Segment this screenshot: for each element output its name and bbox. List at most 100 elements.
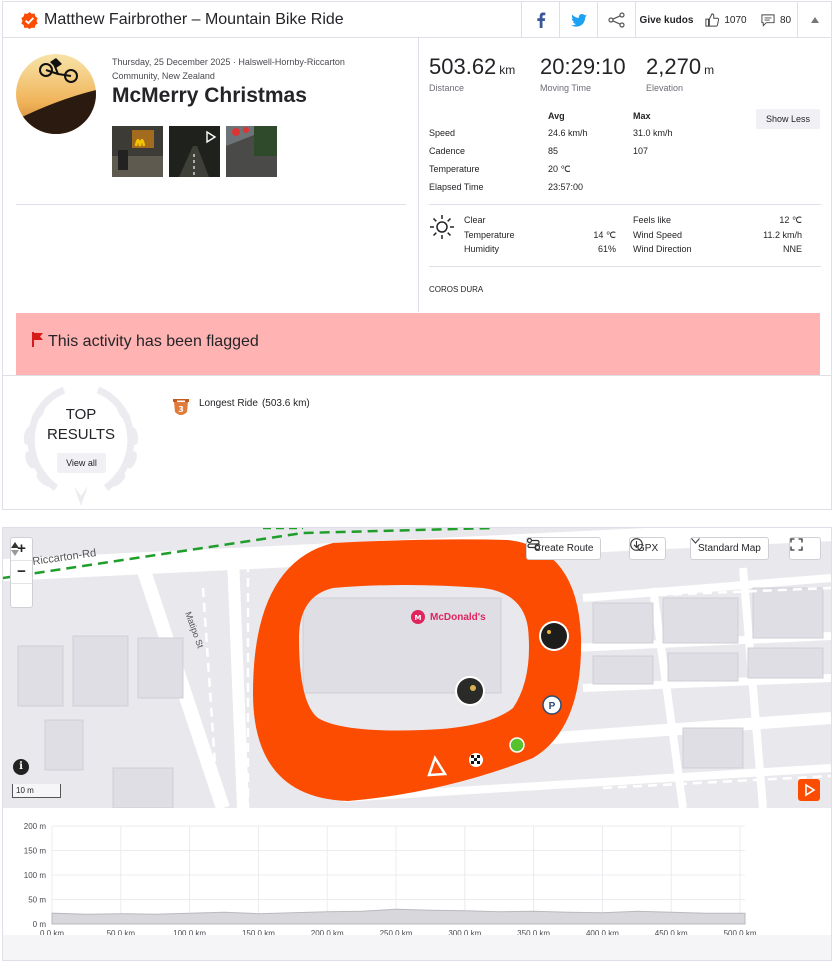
facebook-share-button[interactable]	[521, 2, 559, 38]
activity-header: Matthew Fairbrother – Mountain Bike Ride…	[3, 2, 831, 38]
stat-row-label: Speed	[429, 128, 456, 138]
header-actions: Give kudos 1070 80	[521, 2, 831, 38]
photo-image	[112, 126, 163, 177]
kudos-count: 1070	[724, 14, 747, 26]
achievement-value: (503.6 km)	[261, 398, 310, 409]
stat-row-avg: 85	[548, 146, 559, 156]
y-tick-label: 150 m	[24, 847, 47, 856]
y-tick-label: 200 m	[24, 822, 47, 831]
flyby-play-button[interactable]	[798, 779, 820, 801]
comment-count-button[interactable]: 80	[755, 2, 797, 38]
svg-text:P: P	[549, 701, 556, 712]
activity-title: Matthew Fairbrother – Mountain Bike Ride	[44, 11, 344, 28]
weather-wind-speed-value: 11.2 km/h	[763, 230, 802, 240]
fullscreen-button[interactable]	[789, 537, 821, 560]
zoom-out-button[interactable]: −	[11, 561, 32, 584]
weather-temperature-label: Temperature	[464, 230, 515, 240]
stat-row-label: Cadence	[429, 146, 466, 156]
photo-thumbnails	[112, 126, 277, 177]
elevation-area	[51, 908, 746, 925]
activity-name: McMerry Christmas	[112, 84, 307, 107]
facebook-icon	[536, 12, 545, 28]
weather-wind-direction-label: Wind Direction	[633, 244, 692, 254]
distance-stat: 503.62 km Distance	[429, 54, 515, 93]
thumbs-up-icon	[705, 13, 720, 27]
avatar-image	[16, 54, 96, 134]
activity-panel: Matthew Fairbrother – Mountain Bike Ride…	[2, 1, 832, 510]
flag-icon	[32, 332, 43, 347]
twitter-icon	[570, 13, 587, 27]
distance-label: Distance	[429, 83, 465, 93]
share-icon	[607, 12, 625, 28]
stat-row-avg: 23:57:00	[548, 182, 584, 192]
elevation-unit: m	[704, 63, 715, 77]
verified-badge-icon	[21, 12, 38, 29]
elevation-value: 2,270	[646, 54, 702, 79]
achievement-label: Longest Ride	[199, 398, 258, 409]
map-type-select[interactable]: Standard Map	[690, 537, 769, 560]
view-all-button[interactable]: View all	[57, 453, 106, 473]
comment-icon	[761, 13, 775, 27]
top-results-title-line: RESULTS	[46, 426, 116, 443]
achievement-item[interactable]: 3 Longest Ride (503.6 km)	[171, 398, 310, 418]
weather-humidity-label: Humidity	[464, 244, 500, 254]
route-icon	[527, 538, 540, 550]
map-scale: 10 m	[12, 784, 61, 798]
compass-icon	[11, 542, 19, 556]
video-image	[169, 126, 220, 177]
map-canvas: M McDonald's P Riccarton-Rd Matipo St	[3, 528, 831, 808]
elevation-chart-svg: 0 m50 m100 m150 m200 m 0.0 km 50.0 km 100.…	[24, 822, 757, 938]
chevron-down-icon	[691, 538, 700, 544]
share-button[interactable]	[597, 2, 635, 38]
weather-divider	[429, 266, 821, 267]
play-icon	[805, 783, 816, 797]
moving-time-label: Moving Time	[540, 83, 592, 93]
map-info-button[interactable]: i	[13, 759, 29, 775]
weather-temperature-value: 14 ℃	[593, 230, 616, 240]
map-panel: M McDonald's P Riccarton-Rd Matipo St + …	[2, 527, 832, 961]
y-tick-label: 50 m	[28, 896, 46, 905]
compass-button[interactable]	[11, 542, 32, 607]
trophy-rank: 3	[178, 405, 184, 414]
flagged-banner: This activity has been flagged	[16, 313, 820, 375]
stat-row-max: 31.0 km/h	[633, 128, 673, 138]
y-tick-label: 100 m	[24, 871, 47, 880]
create-route-label: Create Route	[534, 543, 594, 554]
weather-humidity-value: 61%	[597, 244, 616, 254]
weather-feels-like-label: Feels like	[633, 215, 672, 225]
show-less-button[interactable]: Show Less	[756, 109, 820, 129]
stat-row-label: Elapsed Time	[429, 182, 484, 192]
activity-date-location: Thursday, 25 December 2025 · Halswell-Ho…	[112, 57, 345, 81]
moving-time-stat: 20:29:10 Moving Time	[540, 54, 626, 93]
top-results-title-line: TOP	[65, 406, 97, 423]
weather-wind-direction-value: NNE	[782, 244, 802, 254]
max-column-header: Max	[633, 111, 651, 121]
stat-row-avg: 20 ℃	[548, 164, 571, 174]
caret-up-icon	[810, 17, 819, 23]
video-thumbnail[interactable]	[169, 126, 220, 177]
distance-value: 503.62	[429, 54, 497, 79]
elevation-label: Elevation	[646, 83, 684, 93]
map-type-value: Standard Map	[698, 543, 761, 554]
give-kudos-button[interactable]: Give kudos	[635, 2, 697, 38]
flagged-text: This activity has been flagged	[48, 333, 259, 350]
weather-feels-like-value: 12 ℃	[779, 215, 802, 225]
column-divider	[418, 38, 419, 312]
weather-condition: Clear	[464, 215, 486, 225]
sun-icon	[430, 215, 454, 239]
create-route-button[interactable]: Create Route	[526, 537, 602, 560]
photo-thumbnail[interactable]	[226, 126, 277, 177]
twitter-share-button[interactable]	[559, 2, 597, 38]
athlete-avatar[interactable]	[16, 54, 96, 134]
route-map[interactable]: M McDonald's P Riccarton-Rd Matipo St + …	[3, 528, 831, 808]
download-icon	[630, 538, 643, 551]
kudos-count-button[interactable]: 1070	[697, 2, 755, 38]
collapse-button[interactable]	[797, 2, 831, 38]
svg-text:M: M	[415, 614, 422, 622]
weather-wind-speed-label: Wind Speed	[633, 230, 683, 240]
photo-thumbnail[interactable]	[112, 126, 163, 177]
gpx-download-button[interactable]: GPX	[629, 537, 667, 560]
left-divider	[16, 204, 406, 205]
elevation-chart[interactable]: 0 m 50 m 100 m 150 m 200 m 0.0 km 50.0 km 100.…	[3, 808, 831, 938]
give-kudos-label: Give kudos	[639, 14, 694, 26]
